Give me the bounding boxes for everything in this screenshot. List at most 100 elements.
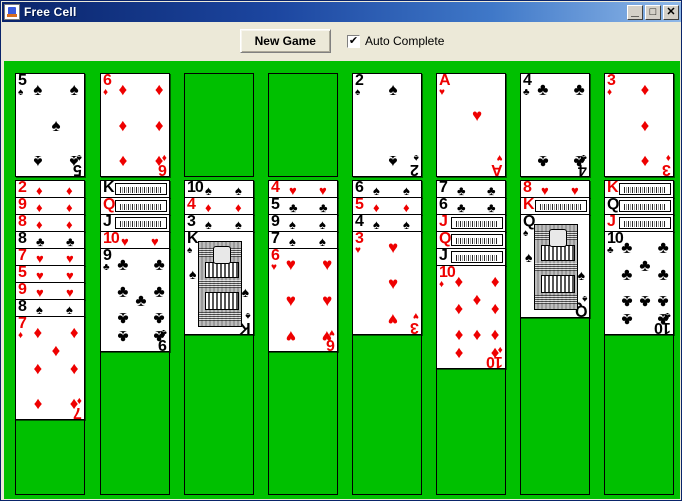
card-rank: 5: [18, 265, 27, 281]
free-cell-empty[interactable]: [184, 73, 254, 177]
card-pip-layout: ♦ ♦ ♦ ♦ ♦ ♦: [115, 78, 167, 174]
tableau-card[interactable]: 9 ♥ ♥: [15, 282, 85, 300]
tableau-card-top[interactable]: 6 ♥ 6 ♥ ♥ ♥ ♥ ♥ ♥ ♥: [268, 248, 338, 352]
card-rank: J: [439, 248, 448, 264]
card-corner-top: 8: [18, 300, 27, 315]
card-pip: ♦: [118, 152, 128, 172]
maximize-button[interactable]: □: [645, 4, 661, 20]
card-pip-layout: ♥ ♥: [30, 250, 82, 265]
tableau-card-top[interactable]: 10 ♦ 10 ♦ ♦ ♦ ♦ ♦ ♦ ♦ ♦ ♦ ♦ ♦: [436, 265, 506, 369]
card-pip-layout: ♥ ♥: [283, 182, 335, 197]
card-rank: 4: [355, 214, 364, 230]
tableau-card[interactable]: 8 ♦ ♦: [15, 214, 85, 232]
card-corner-top: 3: [187, 215, 196, 230]
foundation-card[interactable]: 4 ♣ 4 ♣ ♣ ♣ ♣ ♣: [520, 73, 590, 177]
tableau-card[interactable]: 6 ♠ ♠: [352, 180, 422, 198]
tableau-card[interactable]: J: [436, 248, 506, 266]
tableau-card-top[interactable]: Q ♠ Q ♠ ♠ ♠: [520, 214, 590, 318]
card-corner-top: 7: [439, 181, 448, 196]
card-corner-top: 3 ♥: [355, 232, 364, 256]
close-button[interactable]: ✕: [663, 4, 679, 20]
tableau-card[interactable]: 5 ♥ ♥: [15, 265, 85, 283]
card-rank: 4: [523, 73, 532, 89]
tableau-card[interactable]: 8 ♥ ♥: [520, 180, 590, 198]
card-pip: ♠: [403, 183, 410, 198]
foundation-card[interactable]: 3 ♦ 3 ♦ ♦ ♦ ♦: [604, 73, 674, 177]
tableau-card[interactable]: 2 ♦ ♦: [15, 180, 85, 198]
tableau-card[interactable]: 8 ♣ ♣: [15, 231, 85, 249]
card-corner-top: 5: [271, 198, 280, 213]
tableau-card-top[interactable]: 9 ♣ 9 ♣ ♣ ♣ ♣ ♣ ♣ ♣ ♣ ♣ ♣: [100, 248, 170, 352]
card-pip-layout: ♣ ♣: [283, 199, 335, 214]
tableau-card[interactable]: 4 ♠ ♠: [352, 214, 422, 232]
card-corner-top: Q: [607, 198, 619, 213]
tableau-card[interactable]: 4 ♦ ♦: [184, 197, 254, 215]
tableau-card[interactable]: 9 ♠ ♠: [268, 214, 338, 232]
card-rank: K: [240, 319, 251, 335]
tableau-card[interactable]: J: [100, 214, 170, 232]
card-pip: ♥: [121, 234, 129, 249]
card-pip: ♦: [454, 344, 464, 364]
card-corner-top: Q ♠: [523, 214, 535, 239]
card-pip: ♣: [657, 265, 669, 285]
card-rank: K: [523, 197, 535, 213]
card-pip: ♦: [33, 359, 43, 378]
tableau-card[interactable]: Q: [604, 197, 674, 215]
card-pip: ♣: [457, 183, 466, 198]
tableau-card[interactable]: Q: [100, 197, 170, 215]
card-rank: Q: [523, 214, 535, 230]
tableau-card[interactable]: 5 ♦ ♦: [352, 197, 422, 215]
free-cell-card[interactable]: 5 ♠ 5 ♠ ♠ ♠ ♠ ♠ ♠: [15, 73, 85, 177]
tableau-card[interactable]: 4 ♥ ♥: [268, 180, 338, 198]
tableau-card[interactable]: 3 ♠ ♠: [184, 214, 254, 232]
card-suit-icon: ♠: [355, 87, 361, 98]
card-suit-icon: ♥: [355, 245, 361, 256]
card-pip-layout: ♥ ♥ ♥ ♥ ♥ ♥: [283, 253, 335, 349]
tableau-card[interactable]: K: [100, 180, 170, 198]
minimize-button[interactable]: _: [627, 3, 643, 20]
tableau-card[interactable]: 5 ♣ ♣: [268, 197, 338, 215]
card-corner-top: 9 ♣: [103, 249, 112, 273]
tableau-card[interactable]: 9 ♦ ♦: [15, 197, 85, 215]
tableau-card[interactable]: 7 ♣ ♣: [436, 180, 506, 198]
card-rank: 9: [271, 214, 280, 230]
java-coffee-cup-icon: [4, 4, 20, 20]
tableau-card-top[interactable]: 3 ♥ 3 ♥ ♥ ♥ ♥: [352, 231, 422, 335]
tableau-card[interactable]: K: [604, 180, 674, 198]
card-pip: ♠: [319, 217, 326, 232]
tableau-card[interactable]: 7 ♠ ♠: [268, 231, 338, 249]
tableau-card[interactable]: J: [436, 214, 506, 232]
tableau-card[interactable]: 6 ♣ ♣: [436, 197, 506, 215]
tableau-card[interactable]: 7 ♥ ♥: [15, 248, 85, 266]
tableau-card[interactable]: J: [604, 214, 674, 232]
card-pip: ♣: [117, 282, 129, 302]
tableau-card[interactable]: K: [520, 197, 590, 215]
card-pip: ♣: [621, 292, 633, 312]
foundation-card[interactable]: A ♥ A ♥ ♥: [436, 73, 506, 177]
tableau-card-top[interactable]: 7 ♦ 7 ♦ ♦ ♦ ♦ ♦ ♦ ♦ ♦: [15, 316, 85, 420]
tableau-card[interactable]: Q: [436, 231, 506, 249]
card-rank: 4: [271, 180, 280, 196]
auto-complete-checkbox[interactable]: Auto Complete: [346, 34, 444, 48]
card-pip-layout: ♥ ♥: [30, 267, 82, 282]
checkbox-checked-icon[interactable]: [346, 34, 360, 48]
foundation-card[interactable]: 2 ♠ 2 ♠ ♠ ♠: [352, 73, 422, 177]
tableau-card[interactable]: 10 ♥ ♥: [100, 231, 170, 249]
card-pip: ♦: [154, 116, 164, 135]
free-cell-empty[interactable]: [268, 73, 338, 177]
card-rank: J: [439, 214, 448, 230]
new-game-button[interactable]: New Game: [239, 29, 331, 53]
card-rank: 4: [187, 197, 196, 213]
court-card-art-strip: [451, 217, 503, 229]
card-pip-layout: ♣ ♣ ♣ ♣ ♣ ♣ ♣ ♣ ♣: [115, 253, 167, 349]
tableau-card[interactable]: 10 ♠ ♠: [184, 180, 254, 198]
card-pip: ♥: [66, 285, 74, 300]
card-pip-layout: ♠ ♠: [367, 78, 419, 174]
tableau-card[interactable]: 8 ♠ ♠: [15, 299, 85, 317]
court-pip-left: ♠: [525, 249, 533, 265]
tableau-card-top[interactable]: 10 ♣ 10 ♣ ♣ ♣ ♣ ♣ ♣ ♣ ♣ ♣ ♣ ♣: [604, 231, 674, 335]
card-pip: ♣: [621, 310, 633, 330]
free-cell-card[interactable]: 6 ♦ 6 ♦ ♦ ♦ ♦ ♦ ♦ ♦: [100, 73, 170, 177]
card-pip: ♠: [51, 116, 61, 135]
tableau-card-top[interactable]: K ♠ K ♠ ♠ ♠: [184, 231, 254, 335]
